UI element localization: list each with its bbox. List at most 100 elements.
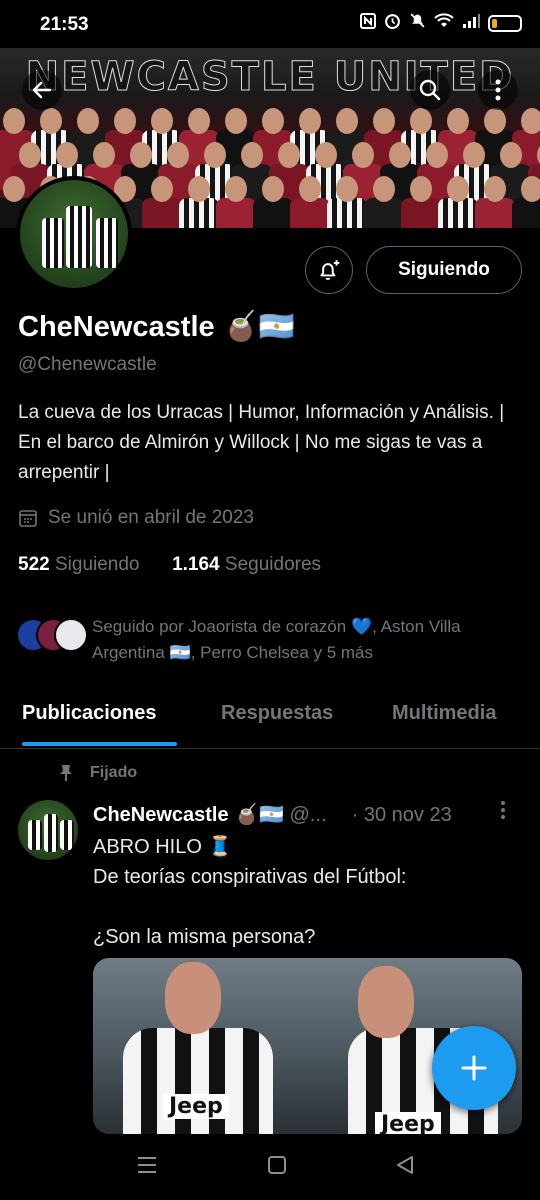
crowd-figure-head — [447, 108, 469, 134]
crowd-figure-head — [241, 142, 263, 168]
crowd-figure-head — [484, 108, 506, 134]
tab-respuestas[interactable]: Respuestas — [221, 702, 333, 725]
followers-count: 1.164 — [172, 554, 220, 575]
triangle-back-icon — [397, 1156, 413, 1174]
avatar-figure — [28, 820, 42, 850]
crowd-figure-head — [463, 142, 485, 168]
crowd-figure-shirt — [401, 198, 441, 228]
crowd-figure-head — [389, 142, 411, 168]
notifications-button[interactable] — [305, 246, 353, 294]
crowd-figure-head — [225, 108, 247, 134]
profile-bio: La cueva de los Urracas | Humor, Informa… — [18, 402, 505, 483]
profile-handle: @Chenewcastle — [18, 354, 157, 375]
nfc-icon — [360, 12, 376, 34]
home-button[interactable] — [266, 1154, 288, 1181]
crowd-figure-head — [3, 108, 25, 134]
crowd-figure-shirt — [179, 198, 219, 228]
crowd-figure-head — [151, 176, 173, 202]
crowd-figure-head — [521, 108, 540, 134]
crowd-figure-head — [167, 142, 189, 168]
crowd-figure-head — [3, 176, 25, 202]
battery-icon — [488, 14, 522, 32]
more-options-button[interactable] — [478, 70, 518, 110]
crowd-figure-shirt — [216, 198, 256, 228]
crowd-figure-head — [188, 108, 210, 134]
post-date: · 30 nov 23 — [351, 804, 452, 826]
crowd-figure-shirt — [512, 198, 540, 228]
crowd-figure-head — [278, 142, 300, 168]
mute-icon — [409, 12, 426, 34]
crowd-figure-head — [93, 142, 115, 168]
crowd-figure-shirt — [253, 198, 293, 228]
pinned-indicator: Fijado — [58, 764, 137, 782]
crowd-figure-head — [56, 142, 78, 168]
crowd-figure-head — [426, 142, 448, 168]
active-tab-indicator — [22, 742, 177, 746]
wifi-icon — [434, 12, 454, 34]
sponsor-text-right: Jeep — [375, 1112, 441, 1134]
post-more-button[interactable] — [500, 800, 506, 826]
crowd-figure-shirt — [327, 198, 367, 228]
crowd-figure-shirt — [290, 198, 330, 228]
crowd-figure-shirt — [364, 198, 404, 228]
post-author-handle: @... — [289, 804, 327, 826]
crowd-figure-head — [373, 176, 395, 202]
joined-text: Se unió en abril de 2023 — [48, 507, 254, 528]
post-author-avatar[interactable] — [18, 800, 78, 860]
crowd-figure-head — [204, 142, 226, 168]
avatar-figure — [44, 814, 58, 852]
following-link[interactable]: 522 Siguiendo — [18, 554, 140, 575]
avatar-figure — [96, 218, 118, 268]
sponsor-text-left: Jeep — [163, 1094, 229, 1119]
crowd-figure-head — [373, 108, 395, 134]
post-author-name[interactable]: CheNewcastle 🧉🇦🇷 — [93, 804, 284, 826]
pin-icon — [60, 765, 72, 781]
system-back-button[interactable] — [394, 1154, 416, 1181]
crowd-figure-head — [521, 176, 540, 202]
tab-publicaciones[interactable]: Publicaciones — [22, 702, 157, 725]
crowd-figure-shirt — [142, 198, 182, 228]
crowd-figure-shirt — [475, 198, 515, 228]
avatar-figure — [66, 206, 92, 268]
player-face — [358, 966, 414, 1038]
system-navigation-bar — [0, 1134, 540, 1200]
crowd-figure-head — [40, 108, 62, 134]
back-button[interactable] — [22, 70, 62, 110]
alarm-icon — [384, 12, 401, 34]
following-button[interactable]: Siguiendo — [366, 246, 522, 294]
crowd-figure-head — [315, 142, 337, 168]
crowd-figure-head — [225, 176, 247, 202]
crowd-figure-head — [500, 142, 522, 168]
profile-avatar[interactable] — [16, 176, 132, 292]
tab-multimedia[interactable]: Multimedia — [392, 702, 496, 725]
crowd-figure-head — [130, 142, 152, 168]
status-icons — [360, 12, 522, 34]
avatar-figure — [42, 218, 64, 268]
crowd-figure-head — [262, 176, 284, 202]
crowd-figure-head — [114, 108, 136, 134]
bell-plus-icon — [320, 260, 340, 280]
crowd-figure-shirt — [438, 198, 478, 228]
crowd-figure-head — [77, 108, 99, 134]
crowd-figure-head — [410, 108, 432, 134]
follower-avatar — [54, 618, 88, 652]
status-bar: 21:53 — [0, 0, 540, 48]
search-button[interactable] — [410, 70, 450, 110]
search-icon — [419, 79, 441, 101]
crowd-figure-head — [447, 176, 469, 202]
avatar-figure — [60, 820, 74, 850]
crowd-figure-head — [336, 176, 358, 202]
status-time: 21:53 — [40, 14, 89, 35]
crowd-figure-head — [262, 108, 284, 134]
followed-by-text: Seguido por Joaorista de corazón 💙, Asto… — [92, 617, 461, 662]
compose-button[interactable] — [432, 1026, 516, 1110]
arrow-left-icon — [32, 81, 52, 99]
recent-apps-button[interactable] — [136, 1154, 158, 1181]
square-icon — [268, 1156, 286, 1174]
crowd-figure-head — [188, 176, 210, 202]
followers-link[interactable]: 1.164 Seguidores — [172, 554, 321, 575]
crowd-figure-head — [151, 108, 173, 134]
more-vertical-icon — [501, 801, 505, 819]
followers-label: Seguidores — [224, 554, 322, 575]
crowd-figure-head — [299, 176, 321, 202]
